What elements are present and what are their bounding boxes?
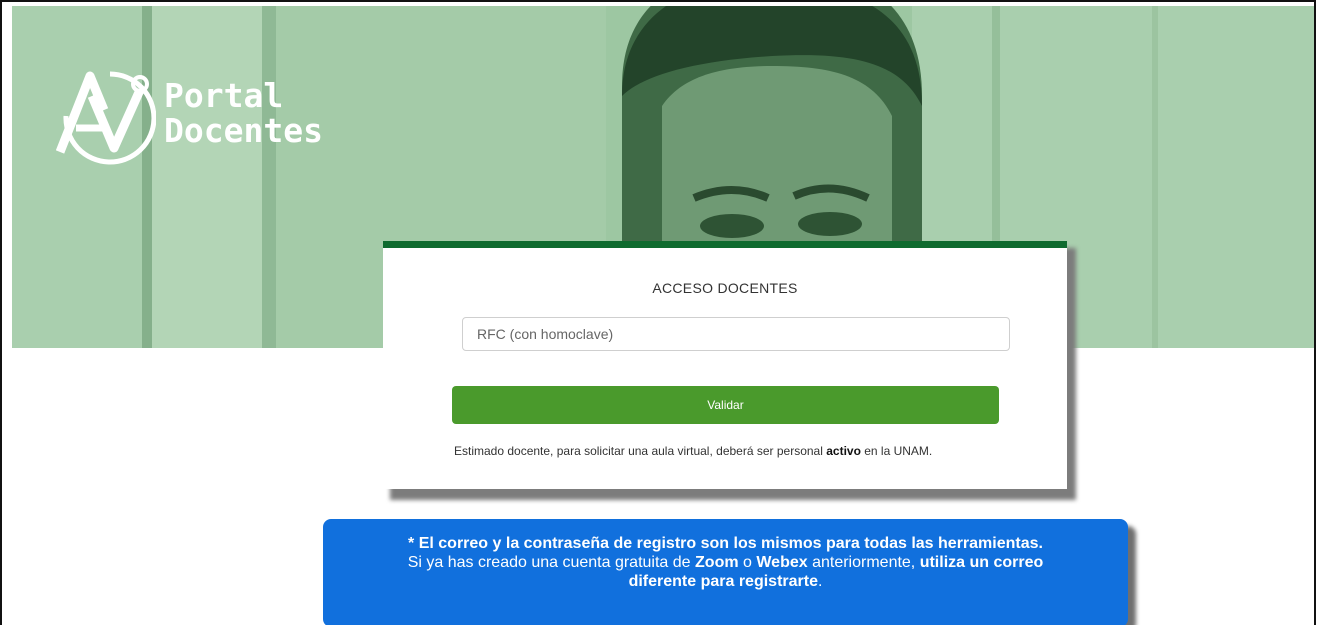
notice-suffix: en la UNAM.: [860, 444, 933, 458]
login-title: ACCESO DOCENTES: [652, 280, 798, 296]
av-logo-icon: [56, 71, 156, 165]
active-staff-notice: Estimado docente, para solicitar una aul…: [454, 444, 932, 458]
notice-prefix: Estimado docente, para solicitar una aul…: [454, 444, 827, 458]
info-line-2-part3: anteriormente,: [807, 554, 920, 571]
info-banner: * El correo y la contraseña de registro …: [323, 519, 1128, 625]
info-line-2-part1: Si ya has creado una cuenta gratuita de: [407, 554, 696, 571]
info-line-2-part2: o: [738, 554, 757, 571]
info-line-3-bold: diferente para registrarte: [628, 573, 818, 590]
webex-label: Webex: [756, 554, 808, 571]
info-line-2-bold: utiliza un correo: [919, 554, 1044, 571]
login-card: ACCESO DOCENTES Validar Estimado docente…: [383, 241, 1067, 489]
logo-line-2: Docentes: [164, 111, 323, 150]
zoom-label: Zoom: [695, 554, 739, 571]
notice-bold: activo: [826, 444, 861, 458]
logo-line-1: Portal: [164, 76, 284, 115]
rfc-input[interactable]: [462, 317, 1010, 351]
validate-button[interactable]: Validar: [452, 386, 999, 424]
page-frame: Portal Docentes ACCESO DOCENTES Validar …: [0, 0, 1316, 625]
info-line-1: * El correo y la contraseña de registro …: [323, 534, 1128, 553]
info-line-3: diferente para registrarte.: [323, 572, 1128, 591]
info-line-1-text: * El correo y la contraseña de registro …: [408, 535, 1043, 552]
info-line-2: Si ya has creado una cuenta gratuita de …: [323, 553, 1128, 572]
logo-text: Portal Docentes: [164, 78, 323, 148]
info-line-3-end: .: [817, 573, 823, 590]
